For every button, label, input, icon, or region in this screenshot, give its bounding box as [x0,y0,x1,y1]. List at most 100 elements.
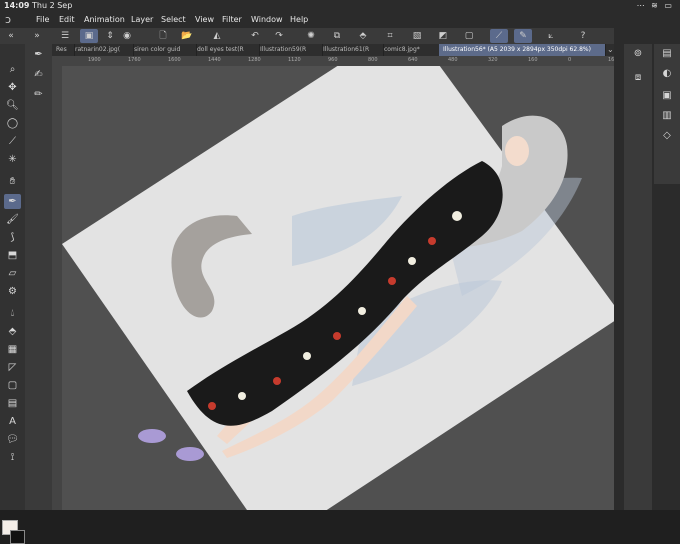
ruler-tick: 480 [448,57,458,63]
app-logo-icon[interactable]: ↄ [5,13,11,26]
clear-icon[interactable]: ▧ [410,29,424,43]
balloon-icon[interactable]: 💬︎ [4,432,21,447]
crop-icon[interactable]: ⌗ [383,29,397,43]
tab-doll-eyes[interactable]: doll eyes test(R [193,44,260,56]
subtool-marker-icon[interactable]: ✏ [30,86,47,103]
tab-illustration61[interactable]: Illustration61(R [319,44,384,56]
ruler-tick: 320 [488,57,498,63]
right-dock-1: ⊚ ⧈ [624,44,652,510]
sub-tool-palette: ✒ ✍ ✏ [25,44,52,510]
history-icon[interactable]: ▥ [659,108,675,122]
save-icon[interactable]: ◭ [210,29,224,43]
brush-icon[interactable]: 🖌︎ [4,212,21,227]
sub-color-swatch[interactable] [10,530,25,544]
menu-layer[interactable]: Layer [131,15,153,24]
collapse-left-icon[interactable]: « [4,29,18,43]
menu-file[interactable]: File [36,15,49,24]
collapse-right-icon[interactable]: » [30,29,44,43]
right-dock-2: ▤ ◐ ▣ ▥ ◇ [654,44,680,184]
quick-access-icon[interactable]: ▣ [80,29,98,43]
fill-bucket-tool-icon[interactable]: ⬘ [4,324,21,339]
system-icons: ⋯ ≋ ▭ [636,1,674,10]
gradient-icon[interactable]: ▦ [4,342,21,357]
copy-icon[interactable]: ⧉ [330,29,344,43]
new-file-icon[interactable]: 🗋 [156,29,170,43]
ruler-tick: 1440 [208,57,221,63]
text-icon[interactable]: A [4,414,21,429]
color-wheel-icon[interactable]: ◐ [659,66,675,80]
tab-ratnarin[interactable]: ratnarin02.jpg( [71,44,134,56]
pen-icon[interactable]: ✒ [4,194,21,209]
sub-view-icon[interactable]: ⧈ [630,70,646,84]
eyedropper-icon[interactable]: ⟋ [4,134,21,149]
open-folder-icon[interactable]: 📂 [180,29,194,43]
menu-view[interactable]: View [195,15,214,24]
correction-icon[interactable]: ⚙ [4,284,21,299]
ruler-tick: 640 [408,57,418,63]
ruler-tick: 960 [328,57,338,63]
menu-animation[interactable]: Animation [84,15,125,24]
ruler-tick: 1600 [168,57,181,63]
tab-illustration59[interactable]: Illustration59(R [256,44,323,56]
canvas-artwork[interactable] [62,66,614,510]
ruler-tick: 1900 [88,57,101,63]
document-tabs: Res ratnarin02.jpg( siren color guid dol… [52,44,624,56]
material-icon[interactable]: ▣ [659,88,675,102]
tab-siren[interactable]: siren color guid [130,44,197,56]
redo-icon[interactable]: ↷ [272,29,286,43]
navigator-icon[interactable]: ⊚ [630,46,646,60]
brush-stroke-icon[interactable]: ✎ [514,29,532,43]
shoe-right [176,447,204,461]
subtool-pen-icon[interactable]: ✒ [30,46,47,63]
menu-select[interactable]: Select [161,15,186,24]
loading-icon[interactable]: ✺ [304,29,318,43]
fill-icon[interactable]: ⬒ [4,248,21,263]
layer-icon[interactable]: ◇ [659,128,675,142]
menu-help[interactable]: Help [290,15,308,24]
menu-filter[interactable]: Filter [222,15,242,24]
ruler-tool-icon[interactable]: ▤ [4,396,21,411]
square-icon[interactable]: ▢ [462,29,476,43]
ruler-tick: 800 [368,57,378,63]
tab-comic8[interactable]: comic8.jpg* [380,44,443,56]
hand-icon[interactable]: ✋︎ [4,174,21,189]
eraser-icon[interactable]: ▱ [4,266,21,281]
menu-edit[interactable]: Edit [59,15,75,24]
blend-icon[interactable]: 💧︎ [4,306,21,321]
tab-illustration56[interactable]: Illustration56* (A5 2039 x 2894px 350dpi… [439,44,606,56]
horizontal-ruler: 1900 1760 1600 1440 1280 1120 960 800 640 480 320 1… [52,56,614,66]
ruler-tick: 1280 [248,57,261,63]
menu-icon[interactable]: ☰ [58,29,72,43]
ruler-pen-icon[interactable]: ⟋ [490,29,508,43]
ruler-tick: 0 [568,57,572,63]
sparkle-icon[interactable]: ✳ [4,152,21,167]
chevron-updown-icon[interactable]: ⇕ [103,29,117,43]
shoe-left [138,429,166,443]
ruler-tick: 1760 [128,57,141,63]
clear-selection-icon[interactable]: ◩ [436,29,450,43]
frame-icon[interactable]: ▢ [4,378,21,393]
subtool-pen-alt-icon[interactable]: ✍ [30,66,47,83]
eye-icon[interactable]: ◉ [120,29,134,43]
face [505,136,529,166]
clock: 14:09 [4,1,30,10]
status-bar: 14:09 Thu 2 Sep ⋯ ≋ ▭ [0,0,680,12]
menu-window[interactable]: Window [251,15,283,24]
search-icon[interactable]: 🔍︎ [4,98,21,113]
tool-palette: ⌕ ✥ 🔍︎ ◯ ⟋ ✳ ✋︎ ✒ 🖌︎ ⟆ ⬒ ▱ ⚙ 💧︎ ⬘ ▦ ◸ ▢ … [0,44,25,544]
move-icon[interactable]: ✥ [4,80,21,95]
fill-bucket-icon[interactable]: ⬘ [356,29,370,43]
airbrush-icon[interactable]: ⟆ [4,230,21,245]
menu-bar: ↄ File Edit Animation Layer Select View … [0,12,680,28]
date: Thu 2 Sep [32,1,73,10]
lasso-icon[interactable]: ◯ [4,116,21,131]
vertical-ruler [52,66,62,510]
chart-icon[interactable]: ⟀ [544,29,558,43]
undo-icon[interactable]: ↶ [248,29,262,43]
canvas-area[interactable] [62,66,614,510]
figure-icon[interactable]: ◸ [4,360,21,375]
zoom-icon[interactable]: ⌕ [4,62,21,77]
layer-property-icon[interactable]: ▤ [659,46,675,60]
correction-line-icon[interactable]: ⟟ [4,450,21,465]
help-icon[interactable]: ? [576,29,590,43]
